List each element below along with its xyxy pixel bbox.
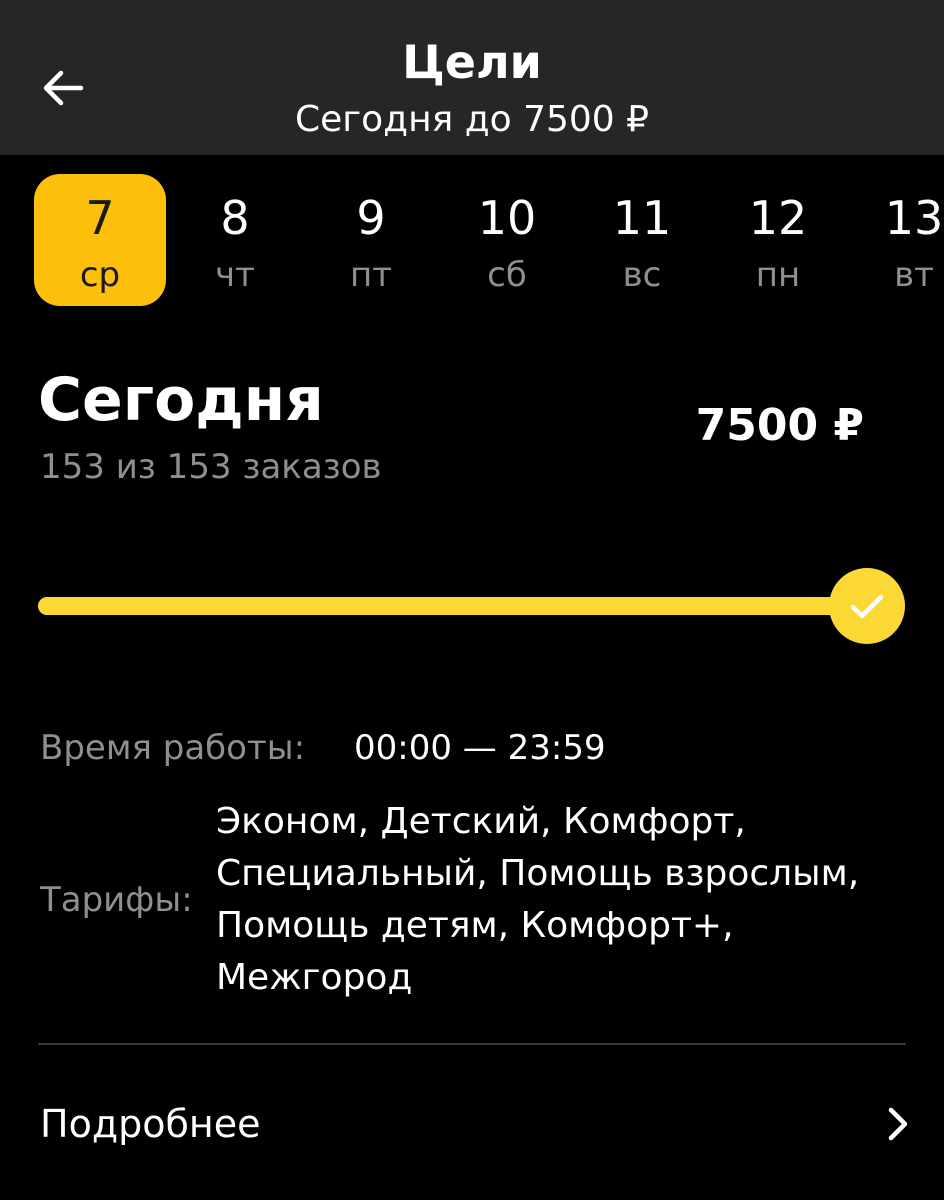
work-time-value: 00:00 — 23:59 <box>354 728 606 768</box>
page-title: Цели <box>402 35 542 89</box>
day-weekday: сб <box>487 255 527 295</box>
day-number: 7 <box>85 191 115 245</box>
day-tab-13[interactable]: 13 вт <box>848 174 944 306</box>
tariffs-line: Специальный, Помощь взрослым, <box>216 853 860 894</box>
more-details-label: Подробнее <box>40 1102 261 1146</box>
tariffs-list: Эконом, Детский, Комфорт, Специальный, П… <box>216 796 916 1004</box>
tariffs-label: Тарифы: <box>40 880 193 920</box>
day-weekday: вт <box>894 255 934 295</box>
day-number: 9 <box>356 191 386 245</box>
chevron-right-icon <box>888 1107 908 1141</box>
day-number: 12 <box>748 191 808 245</box>
goal-orders-count: 153 из 153 заказов <box>40 447 382 487</box>
more-details-row[interactable]: Подробнее <box>0 1080 944 1166</box>
day-weekday: чт <box>215 255 255 295</box>
top-bar: Цели Сегодня до 7500 ₽ <box>0 0 944 155</box>
day-tab-11[interactable]: 11 вс <box>576 174 708 306</box>
day-tab-10[interactable]: 10 сб <box>441 174 573 306</box>
goal-amount: 7500 ₽ <box>695 400 864 451</box>
tariffs-line: Межгород <box>216 957 413 998</box>
day-number: 10 <box>477 191 537 245</box>
goal-complete-badge <box>829 568 905 644</box>
day-tab-9[interactable]: 9 пт <box>305 174 437 306</box>
day-tab-7[interactable]: 7 ср <box>34 174 166 306</box>
day-weekday: ср <box>79 255 121 295</box>
goal-progress-bar <box>38 597 868 615</box>
day-tab-12[interactable]: 12 пн <box>712 174 844 306</box>
check-icon <box>850 594 884 619</box>
day-weekday: пн <box>755 255 801 295</box>
goal-title: Сегодня <box>38 365 324 435</box>
goal-progress-fill <box>38 597 868 615</box>
day-number: 11 <box>612 191 672 245</box>
divider <box>38 1043 906 1045</box>
work-time-label: Время работы: <box>40 728 306 768</box>
day-number: 13 <box>884 191 944 245</box>
day-selector: 7 ср 8 чт 9 пт 10 сб 11 вс 12 пн 13 вт <box>0 172 944 308</box>
tariffs-line: Помощь детям, Комфорт+, <box>216 905 734 946</box>
tariffs-line: Эконом, Детский, Комфорт, <box>216 801 746 842</box>
day-number: 8 <box>220 191 250 245</box>
page-subtitle: Сегодня до 7500 ₽ <box>294 99 650 140</box>
day-weekday: вс <box>622 255 662 295</box>
day-tab-8[interactable]: 8 чт <box>169 174 301 306</box>
day-weekday: пт <box>349 255 393 295</box>
